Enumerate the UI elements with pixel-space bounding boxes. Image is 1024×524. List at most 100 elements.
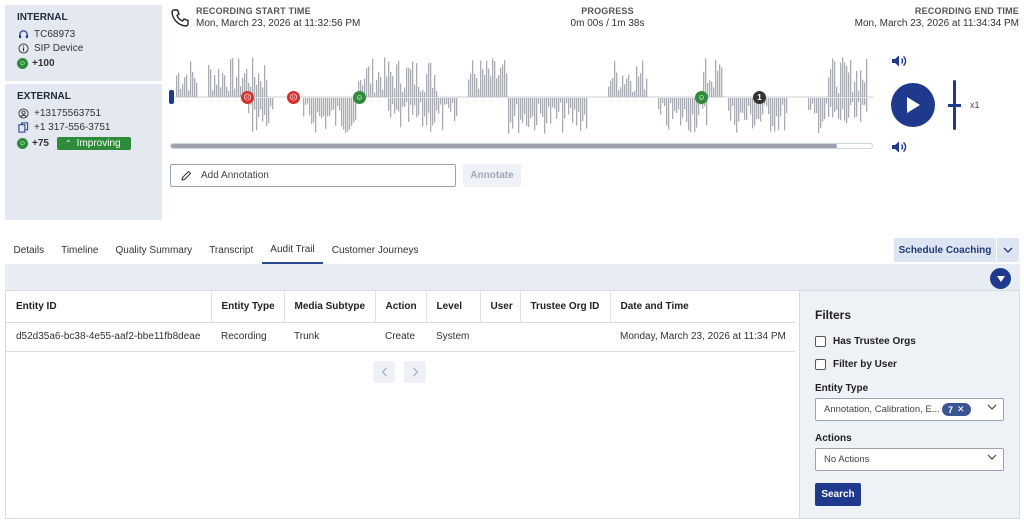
tab-audit-trail[interactable]: Audit Trail — [261, 236, 324, 264]
column-header[interactable]: Entity Type — [211, 291, 285, 323]
waveform-bar — [400, 83, 402, 97]
tab-quality-summary[interactable]: Quality Summary — [107, 236, 201, 264]
has-trustee-orgs-checkbox[interactable]: Has Trustee Orgs — [815, 336, 916, 347]
table-cell: Recording — [211, 322, 284, 352]
waveform-bar — [490, 76, 492, 97]
waveform-bar — [610, 80, 612, 97]
annotation-marker[interactable]: 1 — [753, 91, 766, 104]
column-header[interactable]: Date and Time — [610, 291, 795, 323]
waveform-bar — [730, 98, 732, 121]
filter-icon — [996, 275, 1005, 282]
waveform-bar — [618, 89, 620, 97]
play-button[interactable] — [891, 83, 935, 127]
toolbar-strip — [5, 264, 1020, 290]
copy-icon[interactable] — [17, 122, 29, 134]
waveform-bar — [218, 68, 220, 97]
waveform-bar — [374, 92, 376, 97]
waveform-bar — [228, 91, 230, 97]
waveform-bar — [582, 98, 584, 122]
recording-start: RECORDING START TIME Mon, March 23, 2026… — [196, 6, 360, 29]
waveform-bar — [416, 63, 418, 97]
schedule-coaching-dropdown[interactable] — [997, 238, 1019, 262]
clear-icon[interactable]: ✕ — [957, 404, 965, 415]
table-cell: System — [426, 322, 480, 352]
tab-customer-journeys[interactable]: Customer Journeys — [323, 236, 427, 264]
waveform-bar — [746, 98, 748, 121]
volume-icon[interactable] — [891, 54, 908, 71]
waveform-bar — [784, 98, 786, 131]
waveform-bar — [424, 92, 426, 97]
waveform-bar — [258, 73, 260, 97]
column-header[interactable]: Entity ID — [6, 291, 212, 323]
search-button[interactable]: Search — [815, 483, 861, 506]
waveform-bar — [418, 98, 420, 116]
column-header[interactable]: Level — [426, 291, 481, 323]
waveform-bar — [386, 76, 388, 97]
waveform-bar — [410, 98, 412, 105]
waveform-bar — [548, 98, 550, 107]
waveform[interactable] — [168, 52, 876, 138]
negative-sentiment-marker[interactable]: ☹ — [241, 91, 254, 104]
column-header[interactable]: Action — [375, 291, 427, 323]
waveform-bar — [512, 98, 514, 129]
column-header[interactable]: Media Subtype — [284, 291, 376, 323]
table-cell — [520, 322, 610, 352]
agent-id: TC68973 — [34, 28, 76, 40]
schedule-coaching-button[interactable]: Schedule Coaching — [894, 238, 996, 262]
external-participant: EXTERNAL +13175563751 +1 317-556-3751 ☺ … — [5, 81, 162, 220]
column-header[interactable]: Trustee Org ID — [520, 291, 611, 323]
tab-details[interactable]: Details — [5, 236, 53, 264]
volume-icon[interactable] — [891, 140, 908, 157]
positive-sentiment-marker[interactable]: ☺ — [353, 91, 366, 104]
waveform-bar — [522, 98, 524, 123]
checkbox[interactable] — [815, 336, 826, 347]
waveform-bar — [178, 72, 180, 97]
entity-type-count-chip[interactable]: 7 ✕ — [942, 403, 971, 416]
waveform-bar — [266, 98, 268, 127]
filter-by-user-checkbox[interactable]: Filter by User — [815, 359, 897, 370]
waveform-bar — [830, 98, 832, 108]
tab-transcript[interactable]: Transcript — [201, 236, 262, 264]
table-cell: Monday, March 23, 2026 at 11:34 PM — [610, 322, 795, 352]
waveform-bar — [713, 87, 715, 97]
annotate-button[interactable]: Annotate — [463, 164, 521, 187]
waveform-bar — [816, 98, 818, 114]
speed-slider-thumb[interactable] — [948, 103, 961, 107]
waveform-bar — [840, 62, 842, 97]
table-row[interactable]: d52d35a6-bc38-4e55-aaf2-bbe11fb8deae Reco… — [6, 322, 795, 352]
recording-end-value: Mon, March 23, 2026 at 11:34:34 PM — [854, 18, 1019, 29]
actions-select[interactable]: No Actions — [815, 448, 1004, 471]
playhead[interactable] — [169, 90, 174, 104]
playback-scrubber[interactable] — [170, 143, 873, 149]
checkbox[interactable] — [815, 359, 826, 370]
waveform-bar — [272, 98, 274, 110]
waveform-bar — [838, 98, 840, 119]
waveform-bar — [394, 88, 396, 97]
waveform-bar — [668, 98, 670, 130]
progress: PROGRESS 0m 00s / 1m 38s — [540, 6, 675, 29]
waveform-bar — [262, 87, 264, 97]
waveform-bar — [810, 98, 812, 110]
negative-sentiment-marker[interactable]: ☹ — [287, 91, 300, 104]
waveform-bar — [680, 98, 682, 126]
annotation-input[interactable]: Add Annotation — [170, 164, 456, 187]
tab-bar: Details Timeline Quality Summary Transcript… — [5, 236, 427, 264]
waveform-bar — [842, 98, 844, 109]
waveform-bar — [450, 98, 452, 112]
waveform-bar — [824, 98, 826, 120]
prev-page-button[interactable] — [373, 361, 395, 383]
entity-type-select[interactable]: Annotation, Calibration, E... 7 ✕ — [815, 398, 1004, 421]
column-header[interactable]: User — [480, 291, 521, 323]
waveform-bar — [736, 98, 738, 133]
waveform-bar — [264, 65, 266, 97]
waveform-bar — [456, 98, 458, 117]
waveform-bar — [402, 98, 404, 107]
positive-sentiment-marker[interactable]: ☺ — [695, 91, 708, 104]
tab-timeline[interactable]: Timeline — [53, 236, 107, 264]
waveform-bar — [510, 98, 512, 123]
audit-trail-table: Entity ID Entity Type Media Subtype Action L… — [5, 290, 800, 519]
next-page-button[interactable] — [404, 361, 426, 383]
speed-slider[interactable] — [948, 80, 961, 130]
filter-toggle-button[interactable] — [990, 268, 1011, 289]
waveform-bar — [832, 98, 834, 118]
